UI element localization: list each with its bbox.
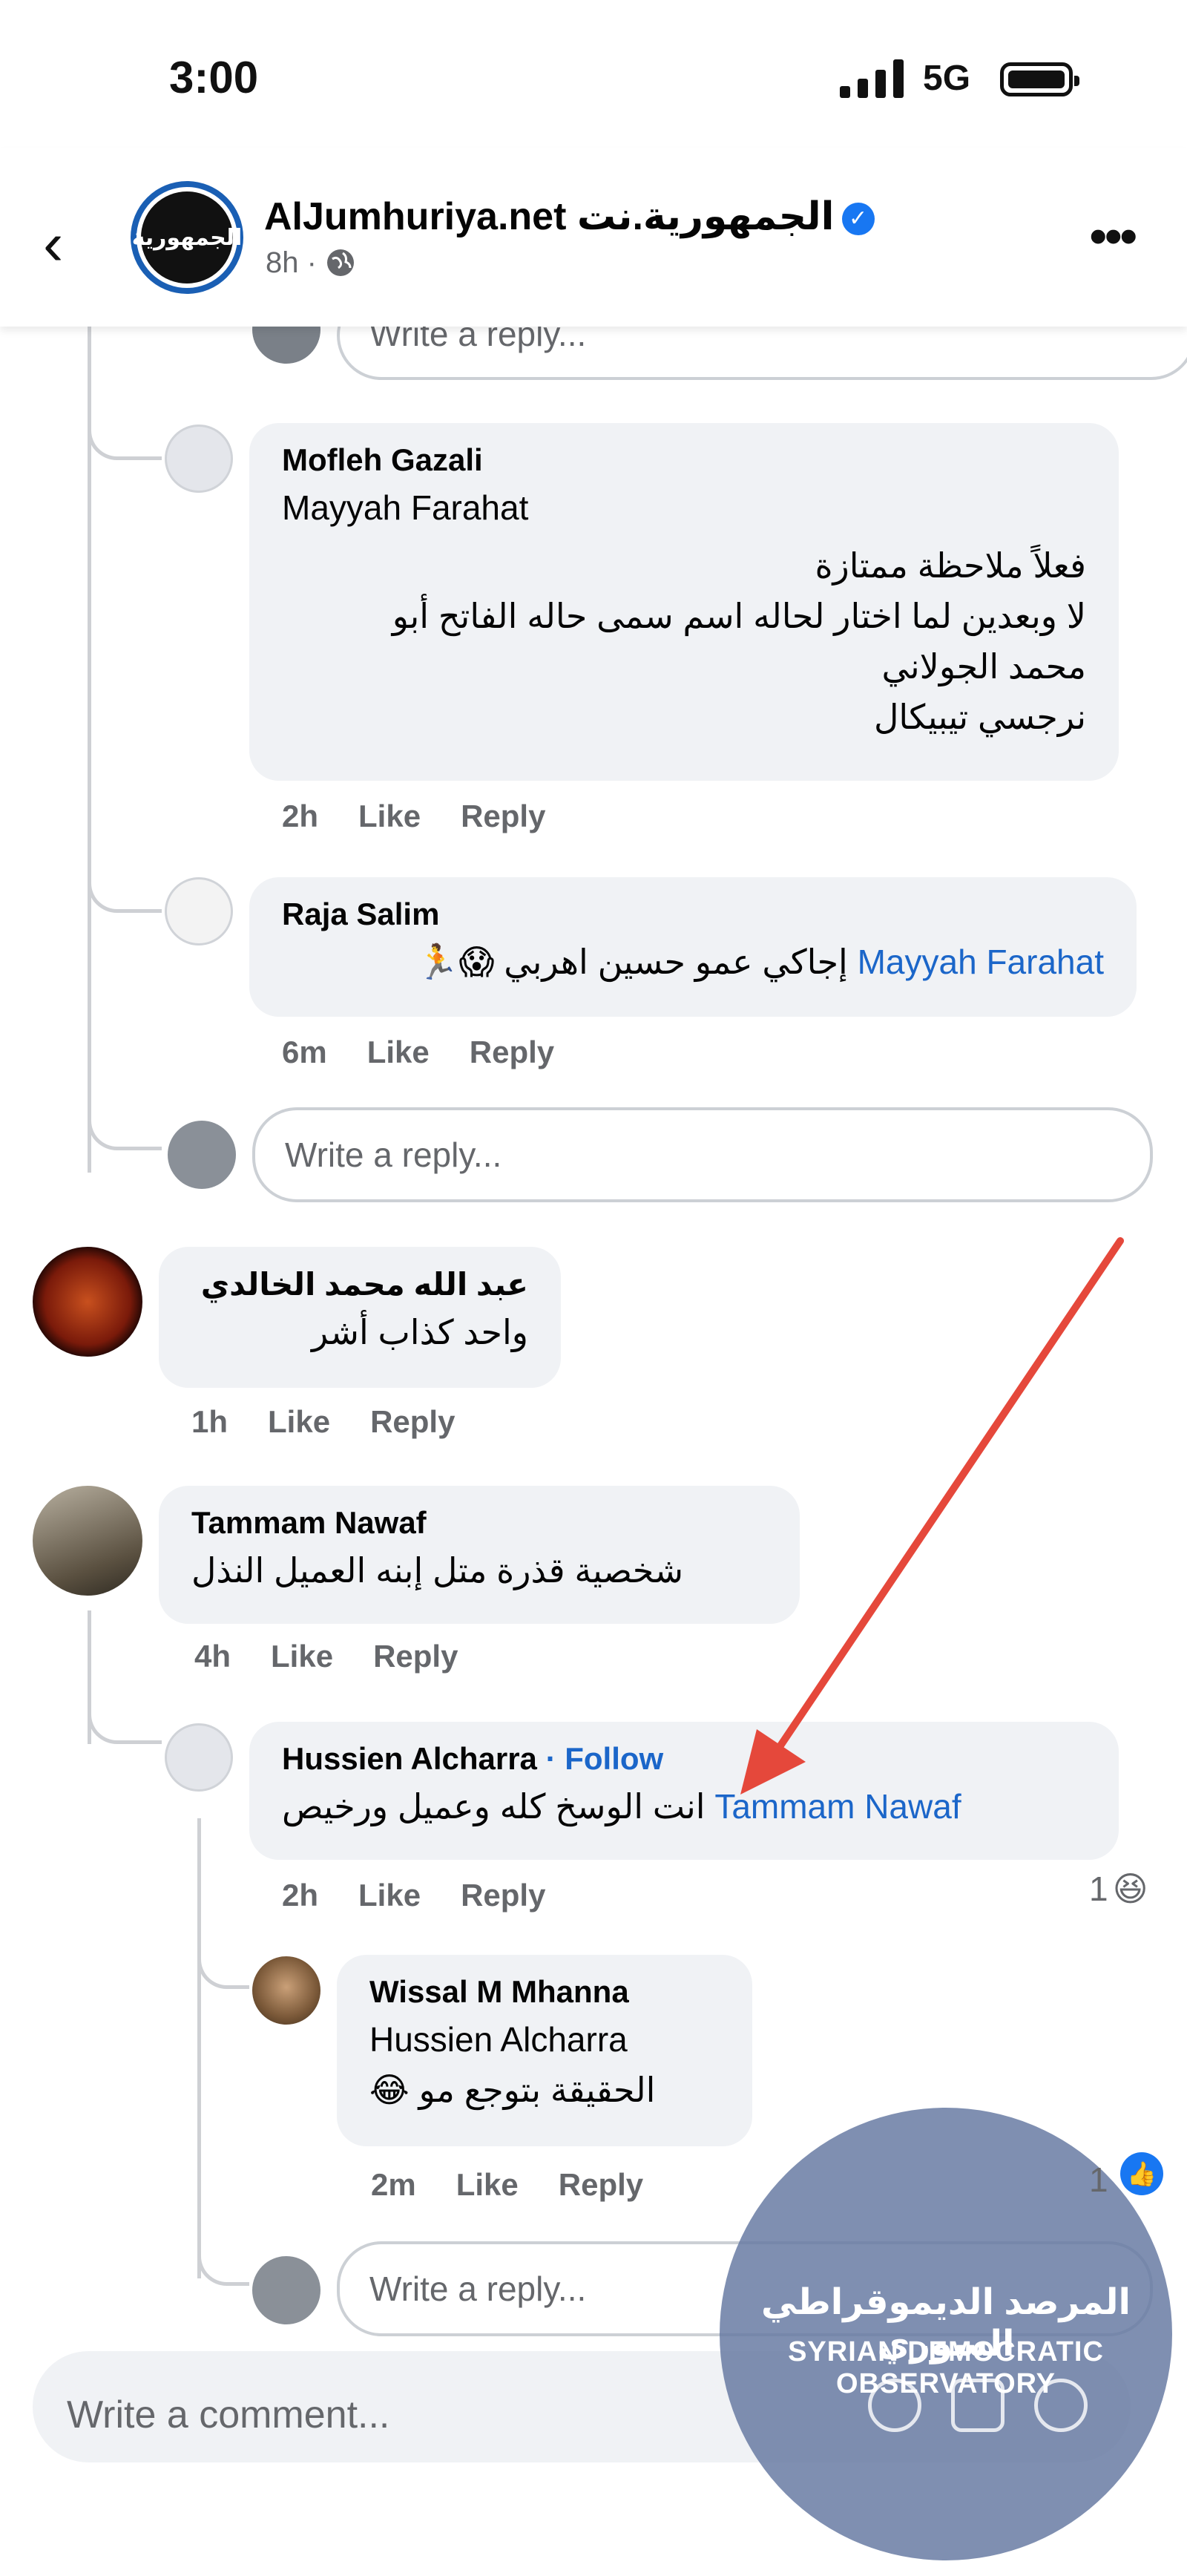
avatar[interactable]: [165, 877, 233, 945]
comment-text: إجاكي عمو حسين اهربي 😱🏃: [416, 943, 848, 981]
comment-bubble: عبد الله محمد الخالدي واحد كذاب أشر: [159, 1247, 561, 1388]
thread-connector: [88, 1076, 162, 1150]
comment-actions: 2m Like Reply: [371, 2167, 683, 2203]
comment-input[interactable]: Write a comment...: [67, 2393, 389, 2437]
comment-actions: 1h Like Reply: [191, 1404, 495, 1440]
avatar[interactable]: [165, 1723, 233, 1792]
comment-bubble: Tammam Nawaf شخصية قذرة متل إبنه العميل …: [159, 1486, 800, 1624]
reply-button[interactable]: Reply: [470, 1035, 554, 1069]
reply-button[interactable]: Reply: [370, 1404, 455, 1439]
mention-link[interactable]: Hussien Alcharra: [369, 2014, 720, 2065]
like-button[interactable]: Like: [358, 799, 421, 833]
comment-time: 6m: [282, 1035, 327, 1069]
verified-badge-icon: ✓: [841, 203, 875, 236]
thread-connector: [88, 386, 162, 460]
comment-time: 2h: [282, 799, 319, 833]
avatar: [168, 1121, 236, 1189]
comment-author[interactable]: عبد الله محمد الخالدي: [191, 1266, 528, 1302]
comment-author[interactable]: Wissal M Mhanna: [369, 1974, 720, 2010]
avatar[interactable]: [252, 1956, 320, 2025]
sticker-icon[interactable]: [868, 2379, 921, 2432]
page-name[interactable]: AlJumhuriya.net الجمهورية.نت ✓: [264, 194, 875, 239]
thread-connector: [88, 1670, 162, 1744]
comment-bubble: Mofleh Gazali Mayyah Farahat فعلاً ملاحظ…: [249, 423, 1119, 781]
avatar: [252, 2256, 320, 2324]
thread-connector: [88, 839, 162, 913]
composer-icons: [868, 2379, 1088, 2432]
signal-icon: [840, 59, 904, 98]
follow-button[interactable]: · Follow: [546, 1741, 664, 1776]
chevron-left-icon[interactable]: ‹: [43, 209, 63, 279]
battery-icon: [1000, 62, 1079, 96]
page-logo: الجمهورية: [132, 187, 242, 288]
globe-icon: [327, 249, 355, 276]
emoji-icon[interactable]: [1034, 2379, 1088, 2432]
comment-author[interactable]: Mofleh Gazali: [282, 442, 1086, 478]
like-button[interactable]: Like: [456, 2167, 519, 2202]
comment-text: واحد كذاب أشر: [312, 1313, 528, 1351]
comment-text-line: لا وبعدين لما اختار لحاله اسم سمى حاله ا…: [392, 597, 1086, 635]
comment-author[interactable]: Raja Salim: [282, 897, 1104, 932]
comment-time: 4h: [194, 1639, 231, 1674]
thread-line: [88, 327, 91, 1173]
network-label: 5G: [923, 59, 971, 98]
avatar[interactable]: [33, 1247, 142, 1357]
comment-text: شخصية قذرة متل إبنه العميل النذل: [191, 1551, 684, 1590]
comment-time: 2m: [371, 2167, 416, 2202]
haha-reaction-icon: 😆: [1112, 1869, 1148, 1908]
thread-connector: [197, 2212, 249, 2286]
comment-bubble: Wissal M Mhanna Hussien Alcharra الحقيقة…: [337, 1955, 752, 2146]
comment-time: 1h: [191, 1404, 228, 1439]
reply-button[interactable]: Reply: [373, 1639, 458, 1674]
like-reaction-icon: 👍: [1120, 2152, 1163, 2195]
reaction-count: 1: [1089, 1869, 1108, 1908]
thread-connector: [197, 1915, 249, 1989]
reaction-summary[interactable]: 1 😆: [1089, 1869, 1148, 1909]
thread-line: [197, 1818, 201, 2278]
comment-bubble: Raja Salim Mayyah Farahat إجاكي عمو حسين…: [249, 877, 1137, 1017]
comment-text-line: فعلاً ملاحظة ممتازة: [815, 546, 1086, 585]
comment-text: الحقيقة بتوجع مو 😂: [369, 2071, 656, 2109]
comment-time: 2h: [282, 1878, 319, 1913]
comment-actions: 2h Like Reply: [282, 1878, 585, 1913]
comment-author[interactable]: Tammam Nawaf: [191, 1505, 767, 1541]
reply-button[interactable]: Reply: [461, 799, 545, 833]
status-time: 3:00: [169, 53, 259, 102]
avatar[interactable]: [165, 425, 233, 493]
post-meta: 8h ·: [266, 246, 356, 280]
avatar[interactable]: [33, 1486, 142, 1596]
mention-link[interactable]: Mayyah Farahat: [858, 943, 1104, 981]
reaction-count: 1: [1089, 2160, 1108, 2199]
like-button[interactable]: Like: [367, 1035, 430, 1069]
like-button[interactable]: Like: [268, 1404, 330, 1439]
comment-text: انت الوسخ كله وعميل ورخيص: [282, 1787, 706, 1826]
comment-text-line: نرجسي تيبيكال: [873, 698, 1086, 736]
like-button[interactable]: Like: [271, 1639, 333, 1674]
more-icon[interactable]: •••: [1089, 206, 1138, 266]
gif-icon[interactable]: [951, 2379, 1004, 2432]
page-avatar[interactable]: الجمهورية: [131, 181, 243, 294]
comment-actions: 2h Like Reply: [282, 799, 585, 834]
mention-link[interactable]: Mayyah Farahat: [282, 482, 1086, 533]
post-header: ‹ الجمهورية AlJumhuriya.net الجمهورية.نت…: [0, 148, 1187, 327]
annotation-arrow: [740, 1237, 1124, 1795]
comment-actions: 6m Like Reply: [282, 1035, 594, 1070]
like-button[interactable]: Like: [358, 1878, 421, 1913]
reply-input[interactable]: Write a reply...: [252, 1107, 1153, 1202]
comment-text-line: محمد الجولاني: [881, 647, 1086, 686]
reply-button[interactable]: Reply: [461, 1878, 545, 1913]
comment-actions: 4h Like Reply: [194, 1639, 498, 1674]
reply-button[interactable]: Reply: [559, 2167, 643, 2202]
